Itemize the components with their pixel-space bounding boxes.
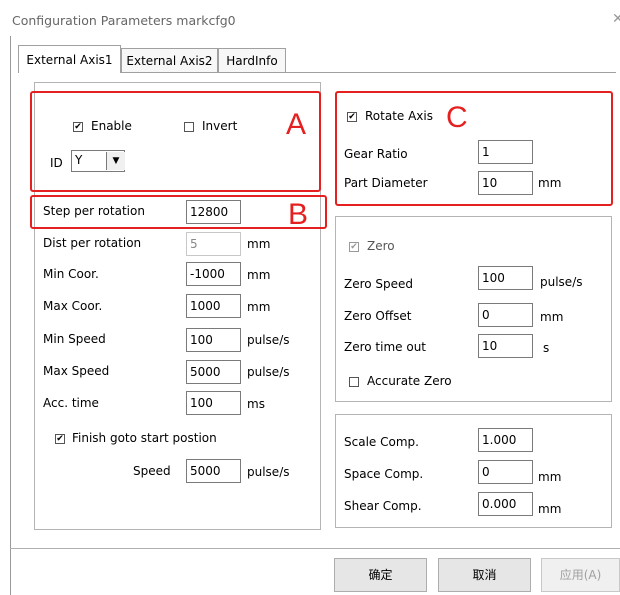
- zero-speed-input[interactable]: 100: [478, 266, 533, 290]
- footer-separator: [10, 548, 620, 549]
- zero-timeout-input[interactable]: 10: [478, 334, 533, 358]
- speed-label: Speed: [133, 464, 171, 478]
- min-speed-input[interactable]: 100: [186, 328, 241, 352]
- max-speed-input[interactable]: 5000: [186, 360, 241, 384]
- space-comp-label: Space Comp.: [344, 467, 424, 481]
- zero-offset-label: Zero Offset: [344, 309, 412, 323]
- cancel-button[interactable]: 取消: [438, 558, 531, 592]
- check-icon: ✔: [74, 122, 82, 132]
- close-icon[interactable]: ✕: [612, 11, 620, 27]
- shear-comp-label: Shear Comp.: [344, 499, 422, 513]
- rotate-axis-label: Rotate Axis: [365, 109, 433, 123]
- highlight-box-a: [30, 91, 321, 192]
- accurate-zero-label: Accurate Zero: [367, 374, 452, 388]
- scale-comp-input[interactable]: 1.000: [478, 428, 533, 452]
- id-label: ID: [50, 156, 63, 170]
- check-icon: ✔: [348, 112, 356, 122]
- invert-label: Invert: [202, 119, 238, 133]
- min-speed-label: Min Speed: [43, 332, 106, 346]
- rotate-axis-checkbox[interactable]: ✔: [347, 112, 357, 122]
- marker-b: B: [288, 198, 309, 231]
- speed-unit: pulse/s: [247, 465, 290, 479]
- marker-a: A: [286, 108, 307, 141]
- zero-timeout-label: Zero time out: [344, 340, 427, 354]
- min-coor-unit: mm: [247, 268, 271, 282]
- invert-checkbox[interactable]: [184, 122, 194, 132]
- part-diameter-unit: mm: [538, 176, 562, 190]
- step-per-rotation-input[interactable]: 12800: [186, 200, 241, 224]
- id-select[interactable]: Y ▼: [71, 150, 125, 172]
- max-speed-label: Max Speed: [43, 364, 110, 378]
- acc-time-input[interactable]: 100: [186, 391, 241, 415]
- speed-input[interactable]: 5000: [186, 459, 241, 483]
- enable-checkbox[interactable]: ✔: [73, 122, 83, 132]
- dist-per-rotation-unit: mm: [247, 237, 271, 251]
- tab-external-axis2[interactable]: External Axis2: [121, 48, 218, 72]
- tab-hardinfo[interactable]: HardInfo: [218, 48, 286, 72]
- max-coor-input[interactable]: 1000: [186, 294, 241, 318]
- min-coor-input[interactable]: -1000: [186, 262, 241, 286]
- acc-time-label: Acc. time: [43, 396, 99, 410]
- space-comp-input[interactable]: 0: [478, 460, 533, 484]
- zero-offset-input[interactable]: 0: [478, 303, 533, 327]
- zero-checkbox[interactable]: ✔: [349, 242, 359, 252]
- max-coor-unit: mm: [247, 300, 271, 314]
- dist-per-rotation-input[interactable]: 5: [186, 232, 241, 256]
- part-diameter-label: Part Diameter: [344, 176, 428, 190]
- gear-ratio-input[interactable]: 1: [478, 140, 533, 164]
- zero-offset-unit: mm: [540, 310, 564, 324]
- shear-comp-input[interactable]: 0.000: [478, 492, 533, 516]
- check-icon: ✔: [350, 242, 358, 252]
- finish-goto-checkbox[interactable]: ✔: [55, 434, 65, 444]
- gear-ratio-label: Gear Ratio: [344, 147, 408, 161]
- ok-button[interactable]: 确定: [334, 558, 427, 592]
- enable-label: Enable: [91, 119, 132, 133]
- zero-speed-unit: pulse/s: [540, 275, 583, 289]
- min-coor-label: Min Coor.: [43, 267, 99, 281]
- window-title: Configuration Parameters markcfg0: [12, 13, 236, 28]
- shear-comp-unit: mm: [538, 502, 562, 516]
- part-diameter-input[interactable]: 10: [478, 171, 533, 195]
- finish-goto-label: Finish goto start postion: [72, 431, 217, 445]
- max-speed-unit: pulse/s: [247, 365, 290, 379]
- apply-button[interactable]: 应用(A): [541, 558, 620, 592]
- scale-comp-label: Scale Comp.: [344, 435, 419, 449]
- min-speed-unit: pulse/s: [247, 333, 290, 347]
- chevron-down-icon[interactable]: ▼: [106, 152, 125, 170]
- marker-c: C: [446, 101, 468, 134]
- space-comp-unit: mm: [538, 470, 562, 484]
- zero-timeout-unit: s: [543, 341, 550, 355]
- check-icon: ✔: [56, 434, 64, 444]
- id-select-value: Y: [75, 153, 83, 167]
- acc-time-unit: ms: [247, 397, 265, 411]
- dist-per-rotation-label: Dist per rotation: [43, 236, 142, 250]
- window-edge: [10, 36, 11, 595]
- max-coor-label: Max Coor.: [43, 299, 103, 313]
- accurate-zero-checkbox[interactable]: [349, 377, 359, 387]
- step-per-rotation-label: Step per rotation: [43, 204, 145, 218]
- tab-external-axis1[interactable]: External Axis1: [18, 45, 121, 73]
- zero-speed-label: Zero Speed: [344, 277, 414, 291]
- zero-label: Zero: [367, 239, 395, 253]
